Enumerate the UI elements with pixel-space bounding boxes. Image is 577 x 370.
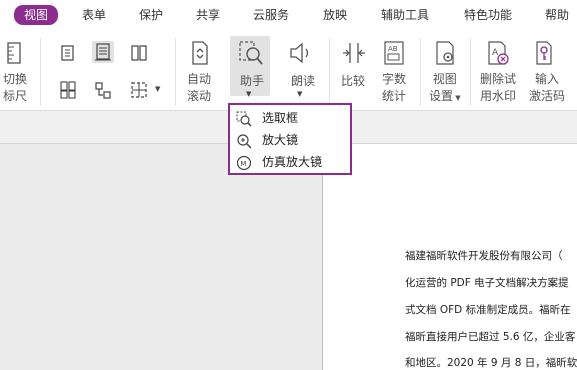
ribbon-separator	[175, 38, 176, 106]
assistant-caret-icon[interactable]: ▼	[246, 90, 251, 98]
split-view-caret-icon[interactable]: ▼	[155, 85, 160, 93]
word-count-icon[interactable]: AB	[383, 41, 407, 65]
tab-share[interactable]: 共享	[196, 6, 220, 24]
word-count-label[interactable]: 字数 统计	[382, 71, 406, 105]
loupe-icon: M	[236, 155, 252, 171]
tab-cloud-service[interactable]: 云服务	[253, 6, 289, 24]
view-settings-label[interactable]: 视图 设置 ▼	[429, 71, 461, 107]
menu-item-marquee[interactable]: 选取框	[230, 108, 350, 129]
svg-text:AB: AB	[388, 45, 398, 53]
ruler-icon[interactable]	[6, 42, 24, 64]
magnifier-assistant-icon[interactable]	[239, 40, 263, 66]
marquee-zoom-icon	[236, 111, 252, 127]
read-aloud-caret-icon[interactable]: ▼	[297, 90, 302, 98]
speaker-icon[interactable]	[289, 42, 313, 64]
ribbon-separator	[470, 38, 471, 106]
tab-protect[interactable]: 保护	[139, 6, 163, 24]
split-view-icon[interactable]	[130, 81, 148, 99]
single-page-icon[interactable]	[59, 44, 77, 62]
menu-item-magnifier[interactable]: 放大镜	[230, 130, 350, 151]
assistant-label[interactable]: 助手	[240, 73, 264, 90]
tab-slideshow[interactable]: 放映	[323, 6, 347, 24]
document-text-line: 化运营的 PDF 电子文档解决方案提	[405, 277, 569, 289]
reflow-icon[interactable]	[94, 81, 112, 99]
tab-accessibility-tools[interactable]: 辅助工具	[381, 6, 429, 24]
tab-view[interactable]: 视图	[14, 5, 59, 25]
auto-scroll-icon[interactable]	[190, 41, 210, 65]
magnifier-icon	[237, 134, 252, 149]
facing-pages-icon[interactable]	[130, 44, 148, 62]
document-text-line: 福昕直接用户已超过 5.6 亿，企业客	[405, 331, 576, 343]
key-icon[interactable]	[534, 41, 556, 65]
document-text-line: 和地区。2020 年 9 月 8 日，福昕软	[405, 357, 577, 369]
ribbon-toolbar: 切换 标尺 ▼ 自动 滚动 助手 ▼ 朗读 ▼ 比较 AB 字数 统计 视图 设…	[0, 30, 577, 111]
continuous-page-icon[interactable]	[94, 43, 112, 61]
ribbon-separator	[420, 38, 421, 106]
assistant-dropdown-menu: 选取框 放大镜 M 仿真放大镜	[228, 103, 352, 175]
compare-label[interactable]: 比较	[341, 73, 365, 90]
ribbon-separator	[40, 38, 41, 106]
workspace-left	[0, 144, 321, 370]
ribbon-tab-bar: 视图 表单 保护 共享 云服务 放映 辅助工具 特色功能 帮助	[0, 0, 577, 30]
svg-text:M: M	[240, 160, 246, 168]
tab-features[interactable]: 特色功能	[464, 6, 512, 24]
read-aloud-label[interactable]: 朗读	[291, 73, 315, 90]
activation-code-label[interactable]: 输入 激活码	[529, 71, 565, 105]
tab-form[interactable]: 表单	[82, 6, 106, 24]
auto-scroll-label[interactable]: 自动 滚动	[187, 71, 211, 105]
continuous-facing-icon[interactable]	[59, 81, 77, 99]
remove-watermark-icon[interactable]: A	[486, 41, 510, 65]
document-text-line: 式文档 OFD 标准制定成员。福昕在	[405, 304, 571, 316]
view-settings-icon[interactable]	[434, 41, 458, 65]
ribbon-separator	[329, 38, 330, 106]
menu-item-loupe[interactable]: M 仿真放大镜	[230, 152, 350, 173]
switch-ruler-label[interactable]: 切换 标尺	[3, 71, 27, 105]
remove-watermark-label[interactable]: 删除试 用水印	[480, 71, 516, 105]
compare-icon[interactable]	[342, 42, 366, 64]
tab-help[interactable]: 帮助	[545, 6, 569, 24]
document-text-line: 福建福昕软件开发股份有限公司（	[405, 250, 563, 262]
